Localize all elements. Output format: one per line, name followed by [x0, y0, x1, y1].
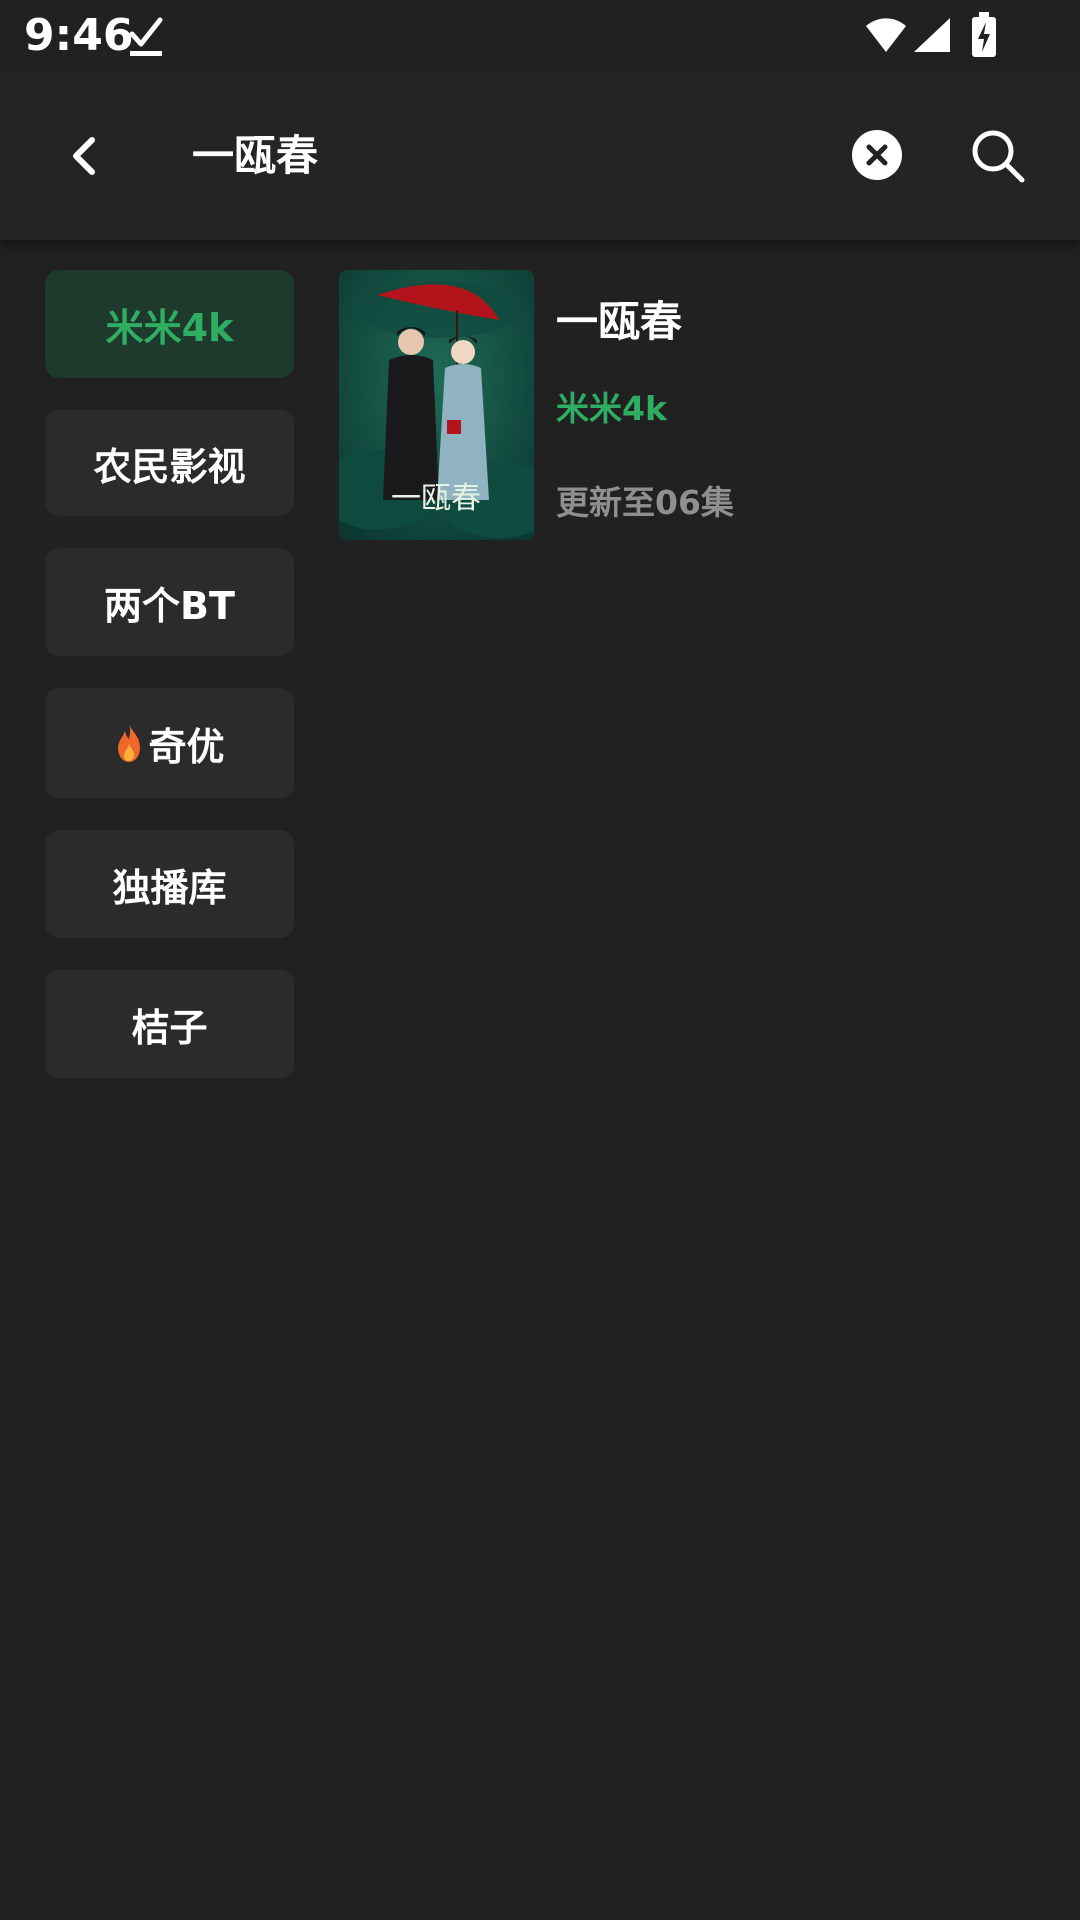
source-item-liangge-bt[interactable]: 两个BT — [45, 548, 294, 656]
search-icon — [972, 130, 1025, 183]
source-item-dubo[interactable]: 独播库 — [45, 830, 294, 938]
search-input[interactable]: 一瓯春 — [192, 124, 318, 188]
result-title: 一瓯春 — [556, 297, 683, 346]
chevron-left-icon — [73, 137, 95, 175]
source-label: 奇优 — [148, 724, 225, 769]
clear-search-button[interactable] — [852, 130, 902, 180]
result-update-status: 更新至06集 — [556, 483, 734, 522]
source-item-juzi[interactable]: 桔子 — [45, 970, 294, 1078]
source-label: 农民影视 — [93, 444, 246, 489]
download-complete-icon — [129, 17, 163, 56]
source-label: 两个BT — [104, 583, 235, 628]
search-button[interactable] — [966, 124, 1030, 188]
wifi-icon — [866, 18, 906, 52]
status-time: 9:46 — [24, 10, 134, 61]
close-icon — [866, 144, 888, 166]
signal-icon — [914, 18, 950, 52]
poster-image[interactable]: 一瓯春 — [339, 270, 534, 540]
search-app-bar: 一瓯春 — [0, 72, 1080, 240]
result-card[interactable]: 一瓯春 一瓯春 米米4k 更新至06集 — [339, 270, 1039, 540]
source-list: 米米4k 农民影视 两个BT 奇优 独播库 桔子 — [45, 270, 294, 1110]
poster-artwork: 一瓯春 — [339, 270, 534, 540]
source-label: 独播库 — [112, 865, 227, 910]
source-label: 桔子 — [131, 1005, 208, 1050]
result-source: 米米4k — [556, 389, 667, 428]
source-label: 米米4k — [105, 305, 234, 350]
status-bar: 9:46 — [0, 0, 1080, 72]
source-item-qiyou[interactable]: 奇优 — [45, 688, 294, 798]
flame-icon — [118, 724, 141, 762]
source-item-mimi4k[interactable]: 米米4k — [45, 270, 294, 378]
back-button[interactable] — [52, 124, 116, 188]
poster-title: 一瓯春 — [391, 481, 481, 516]
source-item-nongmin[interactable]: 农民影视 — [45, 410, 294, 516]
battery-charging-icon — [972, 12, 996, 57]
